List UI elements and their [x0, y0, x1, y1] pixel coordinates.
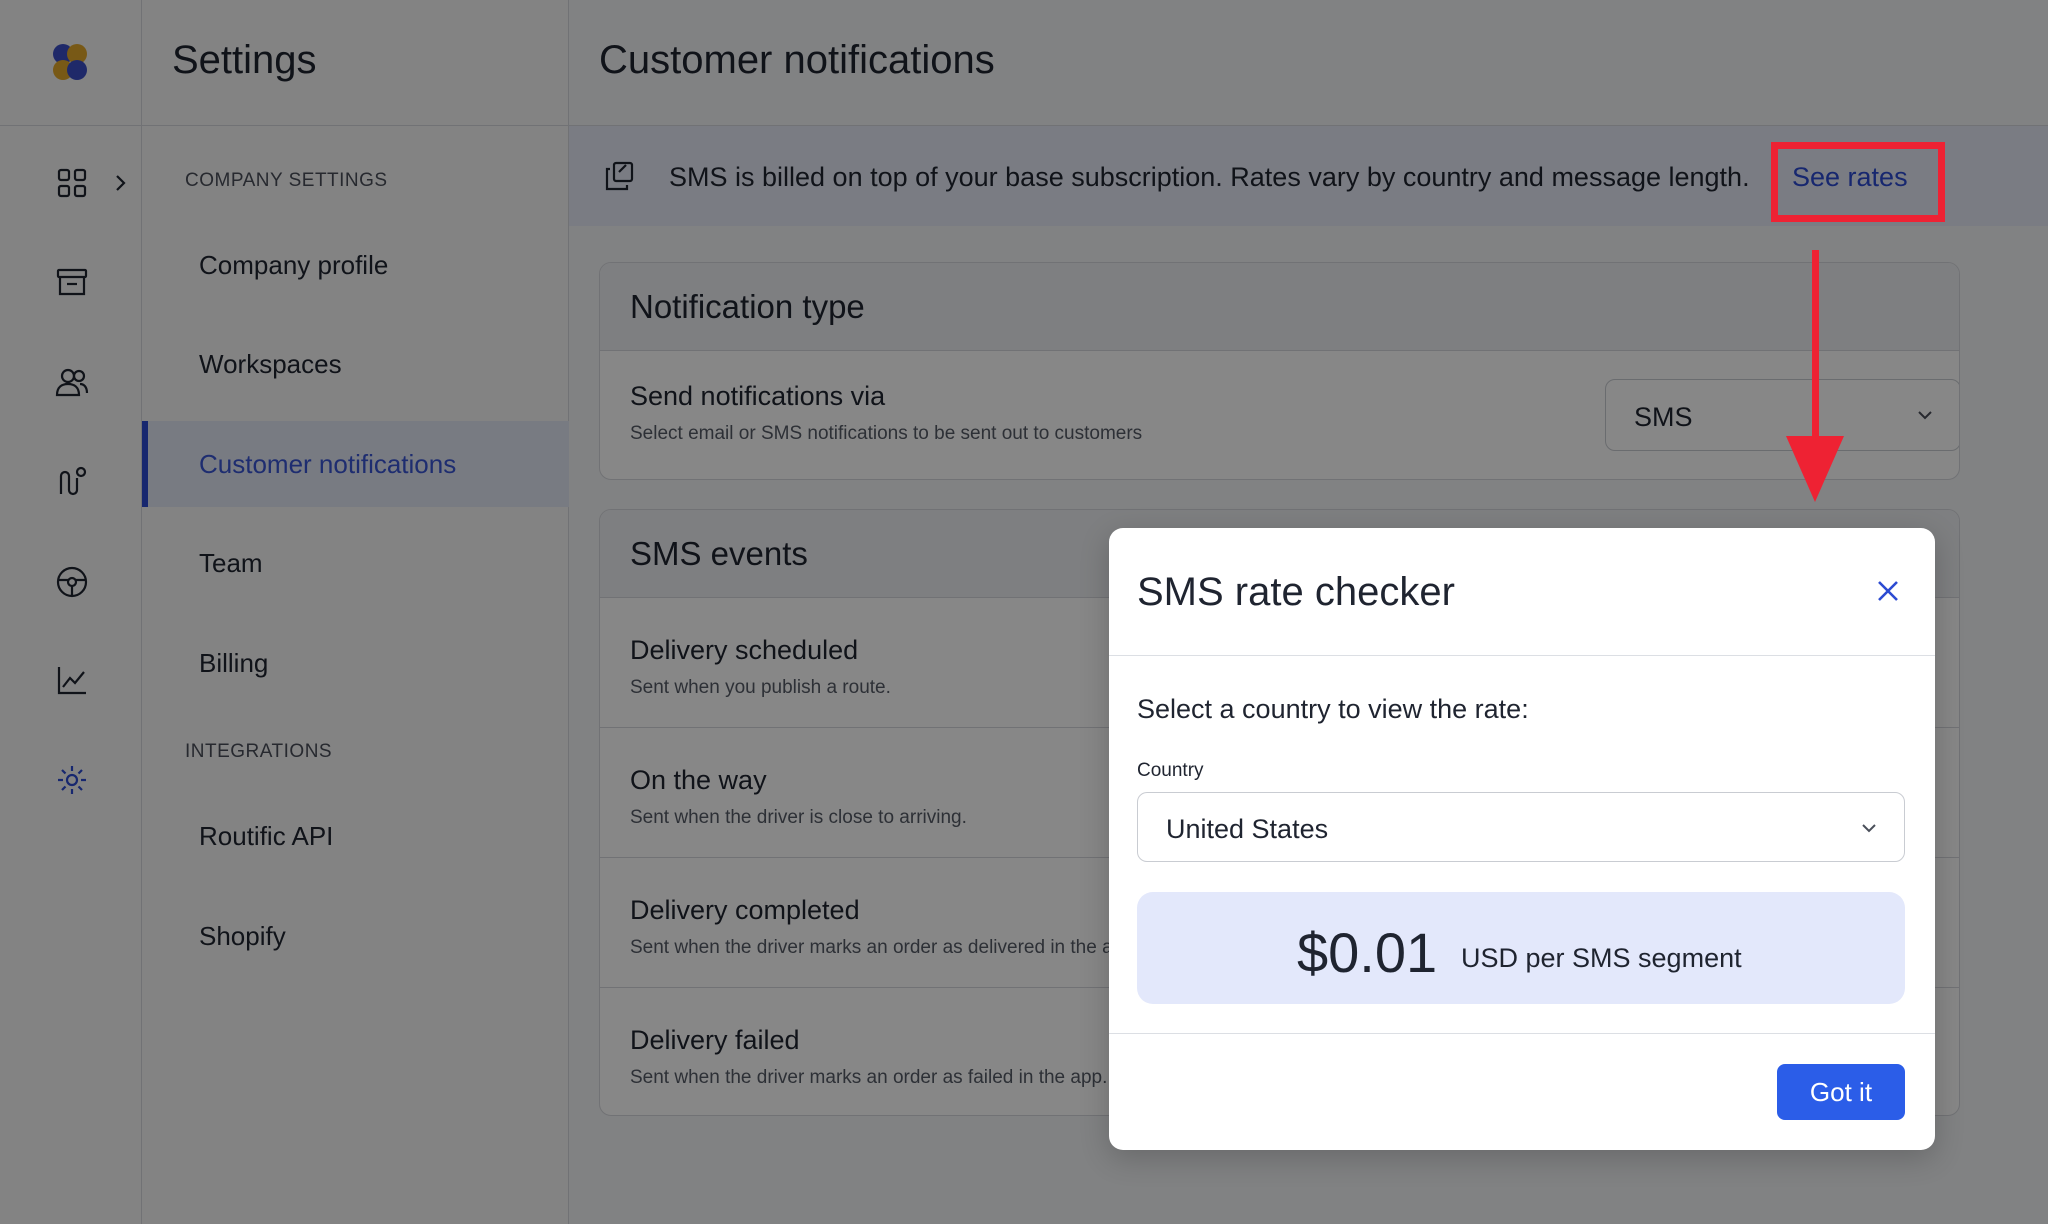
modal-divider — [1109, 655, 1935, 656]
sms-rate-checker-modal: SMS rate checker Select a country to vie… — [1109, 528, 1935, 1150]
country-select[interactable]: United States — [1137, 792, 1905, 862]
country-label: Country — [1137, 760, 1204, 781]
annotation-highlight-box — [1771, 142, 1945, 222]
annotation-arrow-icon — [1786, 250, 1844, 502]
rate-display: $0.01 USD per SMS segment — [1137, 892, 1905, 1004]
close-icon[interactable] — [1873, 576, 1903, 606]
got-it-button[interactable]: Got it — [1777, 1064, 1905, 1120]
modal-title: SMS rate checker — [1137, 570, 1455, 614]
modal-prompt: Select a country to view the rate: — [1137, 694, 1529, 724]
rate-unit: USD per SMS segment — [1461, 943, 1742, 973]
modal-footer-divider — [1109, 1033, 1935, 1034]
rate-amount: $0.01 — [1297, 921, 1438, 984]
country-value: United States — [1166, 814, 1329, 844]
chevron-down-icon — [1862, 824, 1876, 833]
